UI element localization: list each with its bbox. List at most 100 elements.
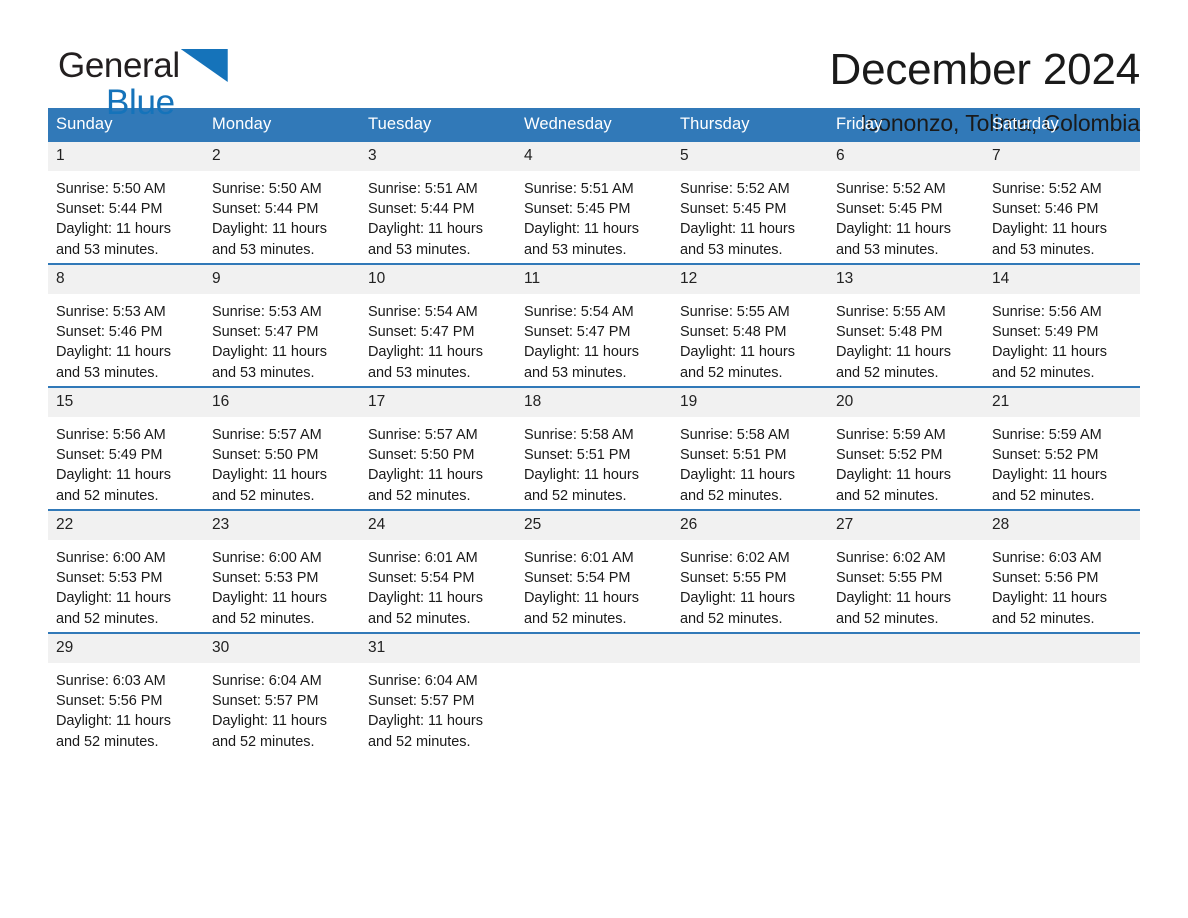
calendar-day-cell[interactable]: 22 Sunrise: 6:00 AM Sunset: 5:53 PM Dayligh… bbox=[48, 509, 204, 633]
sunset-text: Sunset: 5:46 PM bbox=[56, 324, 163, 341]
daylight-text-line2: and 52 minutes. bbox=[368, 733, 471, 750]
calendar-day-cell[interactable]: 15 Sunrise: 5:56 AM Sunset: 5:49 PM Dayligh… bbox=[48, 386, 204, 510]
day-number: 18 bbox=[516, 388, 672, 417]
sunset-text: Sunset: 5:56 PM bbox=[992, 570, 1099, 587]
calendar-day-cell[interactable]: 20 Sunrise: 5:59 AM Sunset: 5:52 PM Dayligh… bbox=[828, 386, 984, 510]
calendar-table: Sunday Monday Tuesday Wednesday Thursday Frid… bbox=[48, 108, 1140, 755]
day-number bbox=[828, 634, 984, 663]
calendar-day-cell[interactable]: 30 Sunrise: 6:04 AM Sunset: 5:57 PM Dayligh… bbox=[204, 632, 360, 755]
day-details bbox=[984, 663, 1140, 755]
calendar-day-cell[interactable]: 28 Sunrise: 6:03 AM Sunset: 5:56 PM Dayligh… bbox=[984, 509, 1140, 633]
calendar-day-cell[interactable]: 13 Sunrise: 5:55 AM Sunset: 5:48 PM Dayligh… bbox=[828, 263, 984, 387]
daylight-text-line1: Daylight: 11 hours bbox=[212, 590, 327, 607]
weekday-header-tuesday: Tuesday bbox=[360, 108, 516, 142]
calendar-day-cell[interactable]: 5 Sunrise: 5:52 AM Sunset: 5:45 PM Daylight… bbox=[672, 142, 828, 264]
calendar-day-cell[interactable]: 17 Sunrise: 5:57 AM Sunset: 5:50 PM Dayligh… bbox=[360, 386, 516, 510]
day-details: Sunrise: 6:04 AM Sunset: 5:57 PM Daylight:… bbox=[360, 663, 516, 755]
calendar-page: General Blue December 2024 Icononzo, Tol… bbox=[0, 0, 1188, 918]
day-details: Sunrise: 6:03 AM Sunset: 5:56 PM Daylight:… bbox=[984, 540, 1140, 632]
sunrise-text: Sunrise: 5:53 AM bbox=[56, 304, 166, 320]
daylight-text-line2: and 52 minutes. bbox=[212, 487, 315, 504]
generalblue-logo[interactable]: General Blue bbox=[48, 44, 248, 121]
sunrise-text: Sunrise: 5:50 AM bbox=[56, 181, 166, 197]
sunrise-text: Sunrise: 5:58 AM bbox=[524, 427, 634, 443]
day-number: 9 bbox=[204, 265, 360, 294]
daylight-text-line1: Daylight: 11 hours bbox=[524, 590, 639, 607]
daylight-text-line1: Daylight: 11 hours bbox=[368, 344, 483, 361]
calendar-day-cell[interactable]: 23 Sunrise: 6:00 AM Sunset: 5:53 PM Dayligh… bbox=[204, 509, 360, 633]
sunset-text: Sunset: 5:48 PM bbox=[836, 324, 943, 341]
day-details: Sunrise: 5:56 AM Sunset: 5:49 PM Daylight:… bbox=[984, 294, 1140, 386]
calendar-day-cell[interactable]: 27 Sunrise: 6:02 AM Sunset: 5:55 PM Dayligh… bbox=[828, 509, 984, 633]
calendar-day-cell[interactable]: 29 Sunrise: 6:03 AM Sunset: 5:56 PM Dayligh… bbox=[48, 632, 204, 755]
sunrise-text: Sunrise: 5:58 AM bbox=[680, 427, 790, 443]
daylight-text-line1: Daylight: 11 hours bbox=[680, 344, 795, 361]
daylight-text-line1: Daylight: 11 hours bbox=[836, 221, 951, 238]
daylight-text-line1: Daylight: 11 hours bbox=[524, 467, 639, 484]
sunrise-text: Sunrise: 6:01 AM bbox=[368, 550, 478, 566]
calendar-week-row: 29 Sunrise: 6:03 AM Sunset: 5:56 PM Dayligh… bbox=[48, 632, 1140, 755]
calendar-day-cell[interactable]: 12 Sunrise: 5:55 AM Sunset: 5:48 PM Dayligh… bbox=[672, 263, 828, 387]
sunrise-text: Sunrise: 5:55 AM bbox=[680, 304, 790, 320]
calendar-day-cell[interactable]: 3 Sunrise: 5:51 AM Sunset: 5:44 PM Daylight… bbox=[360, 142, 516, 264]
daylight-text-line2: and 52 minutes. bbox=[368, 610, 471, 627]
daylight-text-line1: Daylight: 11 hours bbox=[992, 344, 1107, 361]
calendar-day-cell[interactable]: 6 Sunrise: 5:52 AM Sunset: 5:45 PM Daylight… bbox=[828, 142, 984, 264]
day-details: Sunrise: 5:52 AM Sunset: 5:46 PM Daylight:… bbox=[984, 171, 1140, 263]
day-number bbox=[672, 634, 828, 663]
calendar-day-cell[interactable]: 10 Sunrise: 5:54 AM Sunset: 5:47 PM Dayligh… bbox=[360, 263, 516, 387]
day-details: Sunrise: 5:51 AM Sunset: 5:44 PM Daylight:… bbox=[360, 171, 516, 263]
calendar-day-cell[interactable]: 25 Sunrise: 6:01 AM Sunset: 5:54 PM Dayligh… bbox=[516, 509, 672, 633]
weekday-header-thursday: Thursday bbox=[672, 108, 828, 142]
calendar-day-cell[interactable]: 1 Sunrise: 5:50 AM Sunset: 5:44 PM Daylight… bbox=[48, 142, 204, 264]
day-details bbox=[516, 663, 672, 755]
daylight-text-line2: and 52 minutes. bbox=[680, 487, 783, 504]
sunrise-text: Sunrise: 5:59 AM bbox=[836, 427, 946, 443]
sunset-text: Sunset: 5:45 PM bbox=[680, 201, 787, 218]
day-number: 1 bbox=[48, 142, 204, 171]
daylight-text-line1: Daylight: 11 hours bbox=[524, 221, 639, 238]
sunset-text: Sunset: 5:45 PM bbox=[836, 201, 943, 218]
sunrise-text: Sunrise: 5:52 AM bbox=[836, 181, 946, 197]
sunrise-text: Sunrise: 6:02 AM bbox=[836, 550, 946, 566]
sunset-text: Sunset: 5:53 PM bbox=[212, 570, 319, 587]
calendar-day-cell[interactable]: 26 Sunrise: 6:02 AM Sunset: 5:55 PM Dayligh… bbox=[672, 509, 828, 633]
day-details: Sunrise: 5:50 AM Sunset: 5:44 PM Daylight:… bbox=[48, 171, 204, 263]
day-details: Sunrise: 5:58 AM Sunset: 5:51 PM Daylight:… bbox=[516, 417, 672, 509]
page-header: General Blue December 2024 Icononzo, Tol… bbox=[48, 0, 1140, 136]
day-details: Sunrise: 6:01 AM Sunset: 5:54 PM Daylight:… bbox=[360, 540, 516, 632]
calendar-day-cell[interactable]: 31 Sunrise: 6:04 AM Sunset: 5:57 PM Dayligh… bbox=[360, 632, 516, 755]
calendar-day-cell[interactable]: 9 Sunrise: 5:53 AM Sunset: 5:47 PM Daylight… bbox=[204, 263, 360, 387]
daylight-text-line1: Daylight: 11 hours bbox=[368, 221, 483, 238]
day-number: 6 bbox=[828, 142, 984, 171]
sunrise-text: Sunrise: 6:00 AM bbox=[56, 550, 166, 566]
day-details: Sunrise: 6:01 AM Sunset: 5:54 PM Daylight:… bbox=[516, 540, 672, 632]
daylight-text-line2: and 53 minutes. bbox=[368, 364, 471, 381]
calendar-day-cell[interactable]: 14 Sunrise: 5:56 AM Sunset: 5:49 PM Dayligh… bbox=[984, 263, 1140, 387]
calendar-day-cell[interactable]: 11 Sunrise: 5:54 AM Sunset: 5:47 PM Dayligh… bbox=[516, 263, 672, 387]
calendar-day-cell[interactable]: 4 Sunrise: 5:51 AM Sunset: 5:45 PM Daylight… bbox=[516, 142, 672, 264]
sunrise-text: Sunrise: 5:57 AM bbox=[368, 427, 478, 443]
daylight-text-line2: and 52 minutes. bbox=[212, 733, 315, 750]
calendar-day-cell[interactable]: 21 Sunrise: 5:59 AM Sunset: 5:52 PM Dayligh… bbox=[984, 386, 1140, 510]
day-number: 15 bbox=[48, 388, 204, 417]
daylight-text-line2: and 52 minutes. bbox=[680, 610, 783, 627]
daylight-text-line1: Daylight: 11 hours bbox=[680, 467, 795, 484]
logo-top-row: General bbox=[58, 44, 248, 84]
daylight-text-line2: and 52 minutes. bbox=[680, 364, 783, 381]
calendar-day-cell[interactable]: 24 Sunrise: 6:01 AM Sunset: 5:54 PM Dayligh… bbox=[360, 509, 516, 633]
sunset-text: Sunset: 5:55 PM bbox=[836, 570, 943, 587]
calendar-day-cell[interactable]: 2 Sunrise: 5:50 AM Sunset: 5:44 PM Daylight… bbox=[204, 142, 360, 264]
calendar-day-cell[interactable]: 7 Sunrise: 5:52 AM Sunset: 5:46 PM Daylight… bbox=[984, 142, 1140, 264]
daylight-text-line1: Daylight: 11 hours bbox=[524, 344, 639, 361]
day-details: Sunrise: 6:00 AM Sunset: 5:53 PM Daylight:… bbox=[48, 540, 204, 632]
calendar-day-cell[interactable]: 16 Sunrise: 5:57 AM Sunset: 5:50 PM Dayligh… bbox=[204, 386, 360, 510]
calendar-day-cell[interactable]: 18 Sunrise: 5:58 AM Sunset: 5:51 PM Dayligh… bbox=[516, 386, 672, 510]
sunset-text: Sunset: 5:55 PM bbox=[680, 570, 787, 587]
sunrise-text: Sunrise: 5:51 AM bbox=[368, 181, 478, 197]
calendar-day-cell[interactable]: 8 Sunrise: 5:53 AM Sunset: 5:46 PM Daylight… bbox=[48, 263, 204, 387]
day-number: 11 bbox=[516, 265, 672, 294]
daylight-text-line1: Daylight: 11 hours bbox=[836, 590, 951, 607]
page-title: December 2024 bbox=[829, 45, 1141, 94]
calendar-day-cell[interactable]: 19 Sunrise: 5:58 AM Sunset: 5:51 PM Dayligh… bbox=[672, 386, 828, 510]
